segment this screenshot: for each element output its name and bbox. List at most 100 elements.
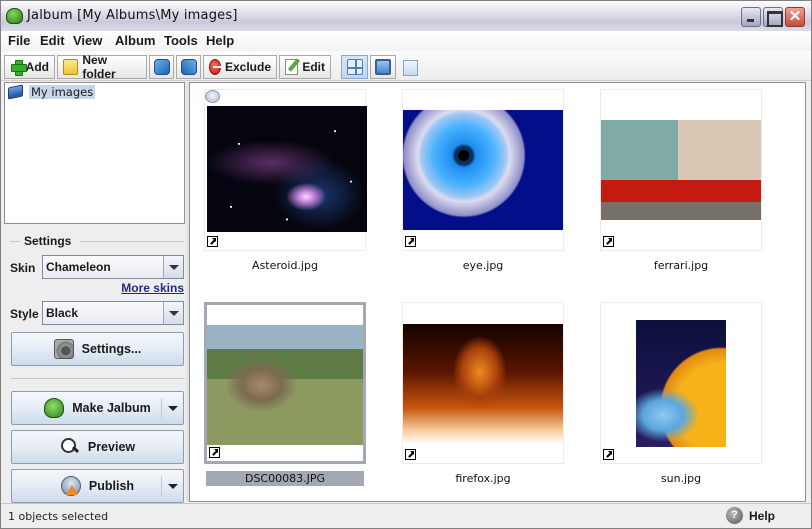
skin-select[interactable]: Chameleon	[42, 255, 184, 279]
thumbnail-image	[207, 106, 367, 232]
thumbnail-caption: ferrari.jpg	[653, 259, 709, 272]
magnifier-icon	[60, 437, 80, 457]
album-book-icon	[8, 84, 23, 100]
thumbnail-frame	[402, 302, 564, 464]
thumbnail-frame	[600, 302, 762, 464]
settings-heading: Settings	[24, 234, 72, 248]
slideshow-icon[interactable]	[403, 60, 418, 76]
settings-button-label: Settings...	[81, 342, 142, 356]
more-skins-link[interactable]: More skins	[121, 281, 184, 295]
link-shortcut-icon	[209, 447, 220, 458]
new-folder-label: New folder	[82, 53, 116, 81]
add-label: Add	[25, 60, 49, 74]
rotate-left-icon	[153, 59, 170, 75]
thumbnail-frame	[402, 89, 564, 251]
settings-button[interactable]: Settings...	[11, 332, 184, 366]
tree-node-my-images[interactable]: My images	[8, 84, 96, 100]
skin-value: Chameleon	[46, 260, 111, 274]
maximize-icon	[764, 8, 783, 27]
new-folder-button[interactable]: New folder	[57, 53, 147, 81]
toolbar: Add New folder Exclude Edit	[1, 51, 811, 81]
edit-label: Edit	[302, 60, 325, 74]
status-bar: 1 objects selected ? Help	[1, 503, 811, 528]
close-button[interactable]: ✕	[785, 7, 805, 27]
exclude-label: Exclude	[224, 60, 271, 74]
thumbnail-view-toggle[interactable]	[341, 55, 368, 79]
edit-icon	[285, 59, 299, 75]
jalbum-frog-icon	[44, 398, 65, 418]
title-bar[interactable]: Jalbum [My Albums\My images] ✕	[1, 1, 811, 31]
thumbnail-image	[403, 324, 563, 444]
menu-edit[interactable]: Edit	[40, 33, 65, 48]
album-tree[interactable]: My images	[4, 82, 185, 224]
folder-icon	[63, 59, 79, 75]
menu-view[interactable]: View	[73, 33, 102, 48]
publish-dropdown-icon[interactable]	[161, 476, 183, 496]
settings-legend: Settings	[4, 234, 185, 248]
help-label: Help	[749, 508, 776, 523]
exclude-button[interactable]: Exclude	[203, 55, 277, 79]
link-shortcut-icon	[603, 236, 614, 247]
skin-label: Skin	[10, 261, 36, 275]
left-panel: My images Settings Skin Chameleon More s…	[4, 82, 185, 503]
single-image-view-icon	[375, 59, 391, 75]
single-view-toggle[interactable]	[370, 55, 396, 79]
thumbnail-image	[403, 110, 563, 230]
link-shortcut-icon	[405, 236, 416, 247]
publish-button[interactable]: Publish	[11, 469, 184, 503]
add-icon	[10, 59, 27, 76]
link-shortcut-icon	[207, 236, 218, 247]
thumbnail-caption: DSC00083.JPG	[206, 471, 364, 486]
thumbnail-caption: firefox.jpg	[455, 472, 511, 485]
link-shortcut-icon	[603, 449, 614, 460]
maximize-button[interactable]	[763, 7, 783, 27]
thumbnail-caption: Asteroid.jpg	[252, 259, 318, 272]
rotate-right-icon	[180, 59, 197, 75]
link-shortcut-icon	[405, 449, 416, 460]
minimize-button[interactable]	[741, 7, 761, 27]
skin-dropdown-arrow-icon[interactable]	[163, 256, 183, 278]
rotate-right-button[interactable]	[176, 55, 201, 79]
exclude-icon	[209, 59, 221, 75]
help-question-icon: ?	[726, 507, 743, 524]
tree-node-label: My images	[29, 85, 96, 99]
rotate-left-button[interactable]	[149, 55, 174, 79]
jalbum-frog-icon	[6, 8, 23, 24]
divider	[11, 378, 185, 379]
comment-bubble-icon[interactable]	[205, 90, 220, 103]
make-album-label: Make Jalbum	[72, 401, 151, 415]
style-dropdown-arrow-icon[interactable]	[163, 302, 183, 324]
thumbnail-image	[601, 120, 761, 220]
legend-line-left	[10, 241, 20, 242]
style-select[interactable]: Black	[42, 301, 184, 325]
jalbum-window: Jalbum [My Albums\My images] ✕ File Edit…	[0, 0, 812, 529]
menu-file[interactable]: File	[8, 33, 30, 48]
make-album-dropdown-icon[interactable]	[161, 398, 183, 418]
menu-help[interactable]: Help	[206, 33, 234, 48]
legend-line-right	[80, 241, 184, 242]
grid-view-icon	[346, 59, 363, 75]
preview-button[interactable]: Preview	[11, 430, 184, 464]
preview-label: Preview	[87, 440, 136, 454]
thumbnail-grid: Asteroid.jpg eye.jpg ferrari.jpg DSC0008…	[189, 82, 806, 502]
thumbnail-caption: eye.jpg	[462, 259, 504, 272]
thumbnail-frame	[204, 89, 367, 251]
window-title: Jalbum [My Albums\My images]	[27, 8, 238, 23]
thumbnail-image	[636, 320, 726, 447]
make-album-button[interactable]: Make Jalbum	[11, 391, 184, 425]
publish-label: Publish	[88, 479, 135, 493]
thumbnail-frame	[600, 89, 762, 251]
style-label: Style	[10, 307, 39, 321]
style-value: Black	[46, 306, 79, 320]
selection-status: 1 objects selected	[8, 510, 109, 523]
menu-album[interactable]: Album	[115, 33, 155, 48]
publish-upload-icon	[60, 476, 81, 496]
thumbnail-image	[207, 325, 363, 445]
menu-bar: File Edit View Album Tools Help	[1, 31, 811, 51]
menu-tools[interactable]: Tools	[164, 33, 198, 48]
help-button[interactable]: ? Help	[726, 507, 775, 524]
add-button[interactable]: Add	[4, 55, 55, 79]
close-icon: ✕	[788, 8, 802, 25]
settings-gear-icon	[53, 339, 74, 359]
edit-button[interactable]: Edit	[279, 55, 331, 79]
